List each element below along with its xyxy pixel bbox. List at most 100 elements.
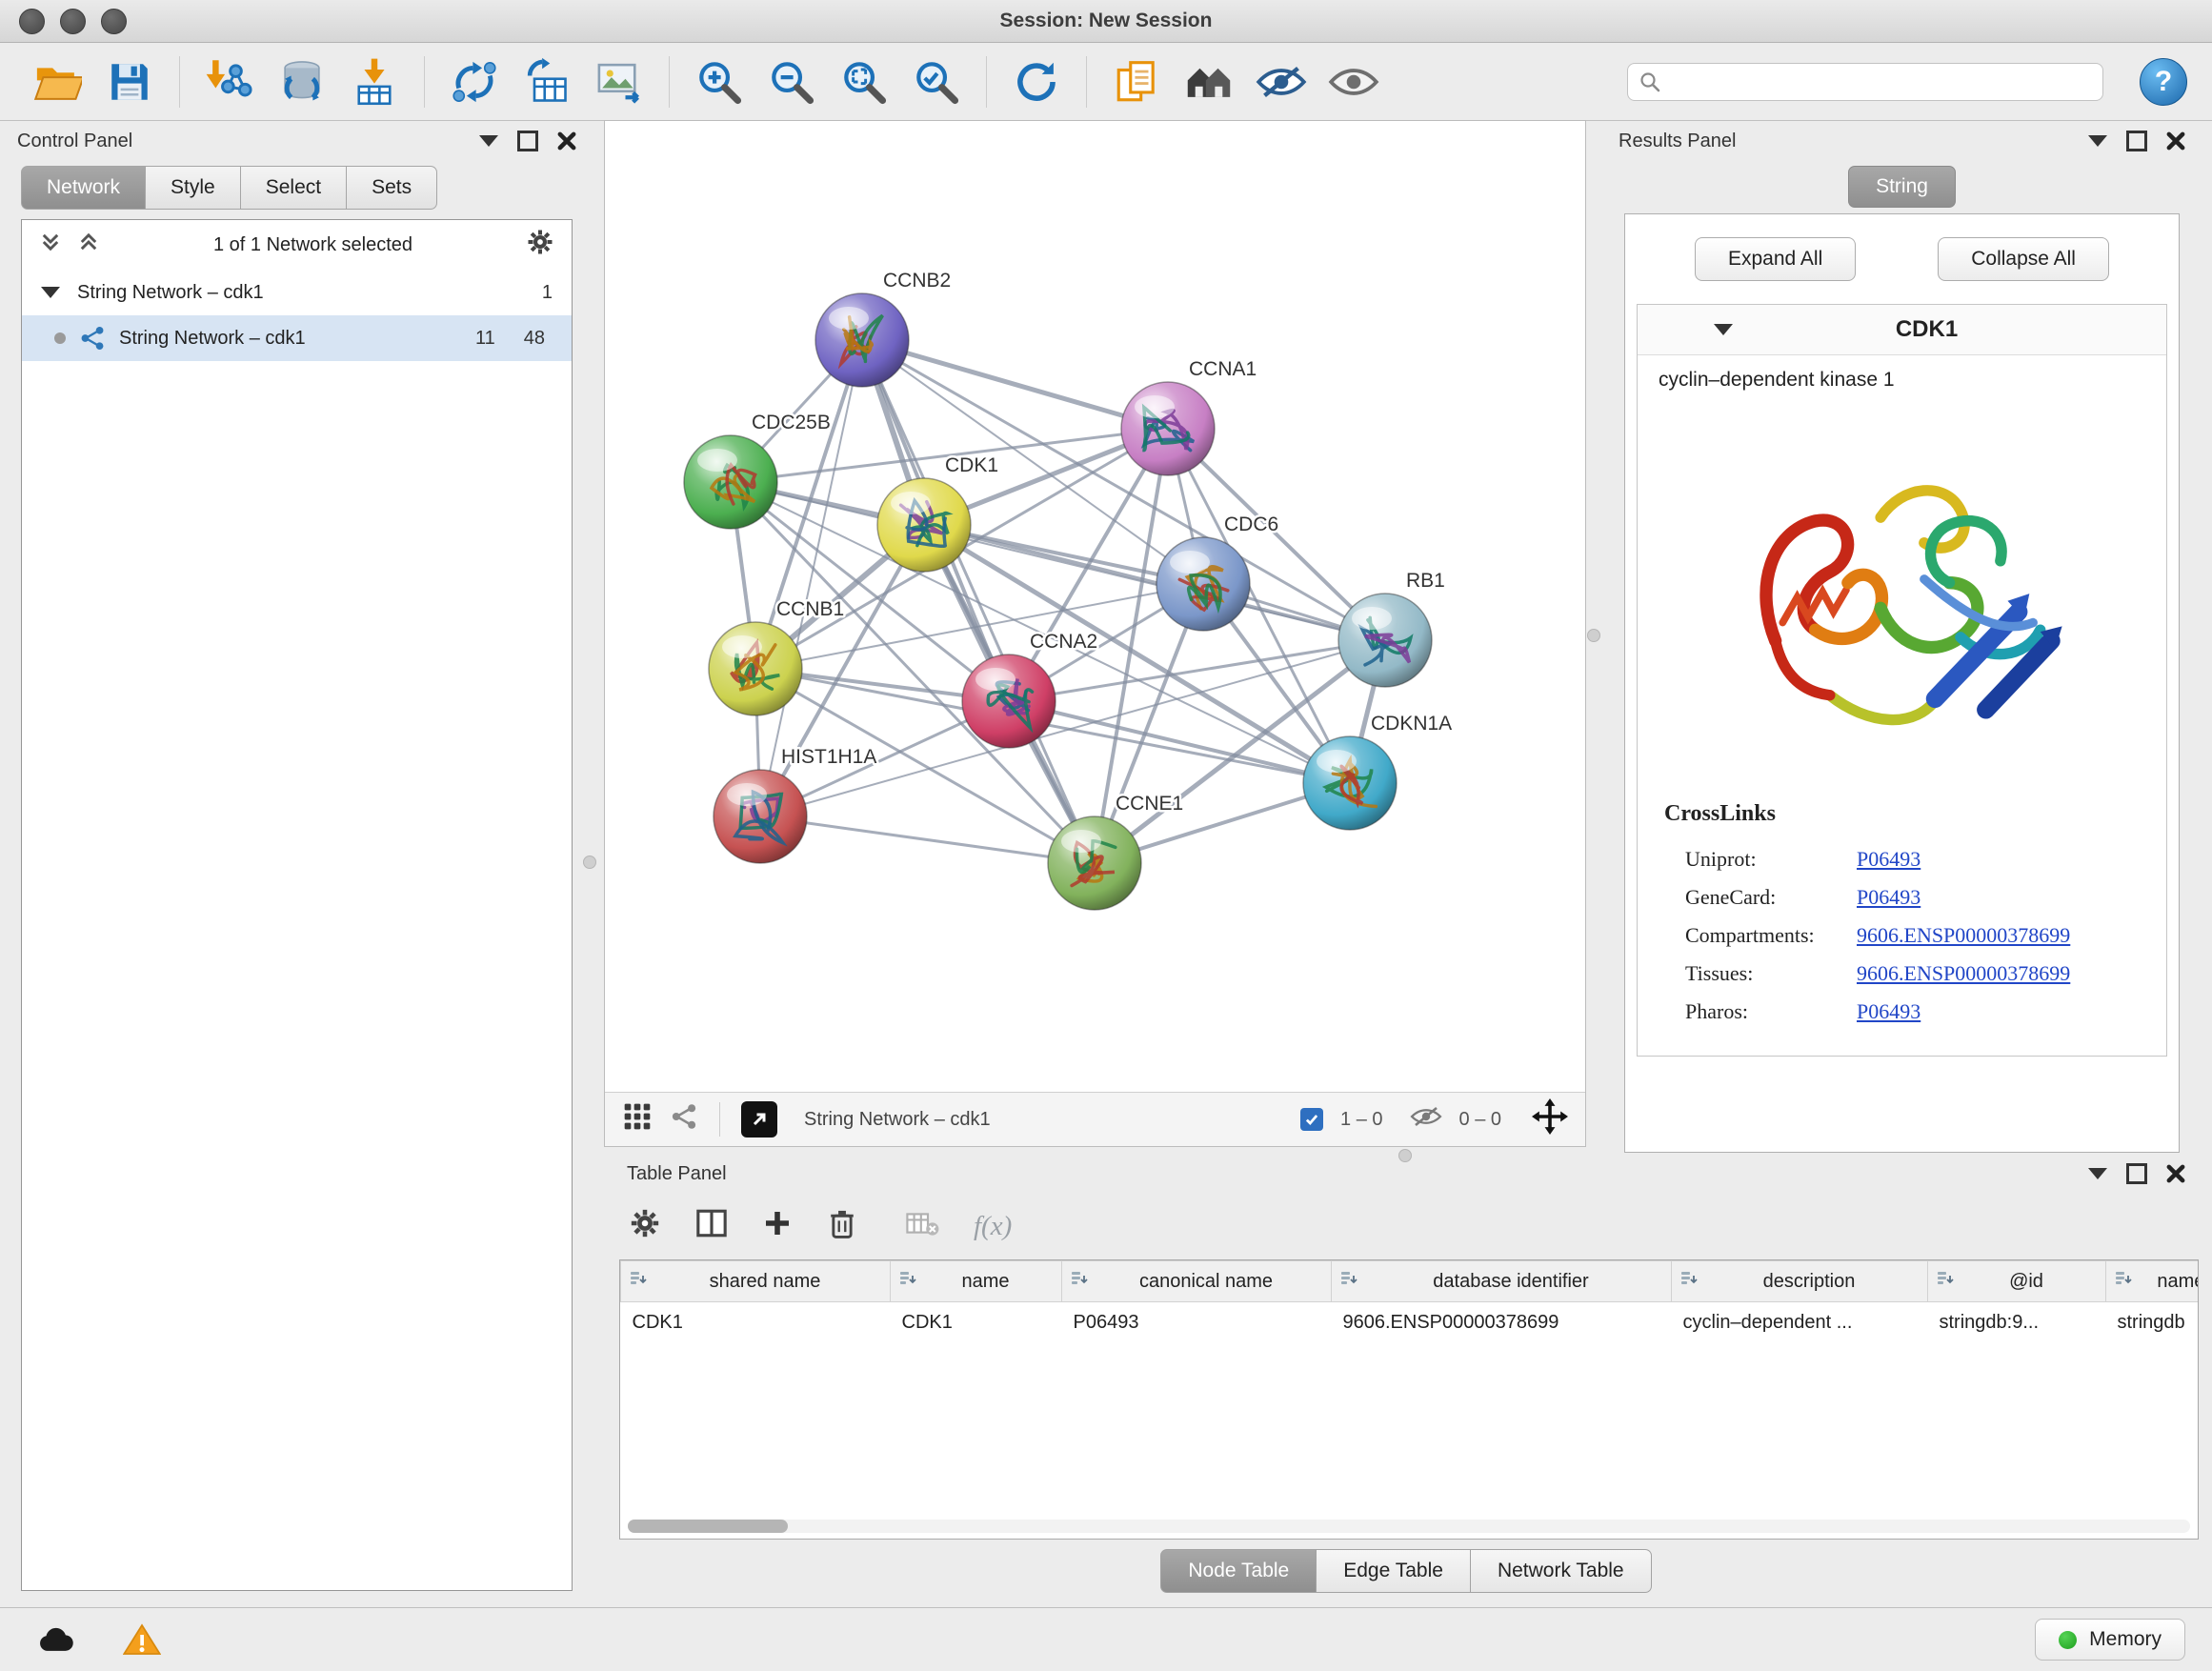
help-button[interactable]: ? [2140,58,2187,106]
tab-edge-table[interactable]: Edge Table [1317,1549,1471,1593]
zoom-fit-icon [839,57,889,107]
table-options-gear-icon[interactable] [629,1207,661,1245]
panel-close-icon[interactable] [2166,131,2185,151]
panel-menu-icon[interactable] [2088,1168,2107,1179]
expand-all-networks-icon[interactable] [39,231,62,259]
export-image-button[interactable] [587,50,652,113]
network-node[interactable]: CDC6 [1156,513,1278,631]
network-node[interactable]: HIST1H1A [714,746,876,863]
column-header[interactable]: canonical name [1062,1261,1332,1302]
network-node[interactable]: CCNA1 [1121,358,1257,475]
tab-node-table[interactable]: Node Table [1160,1549,1317,1593]
column-header[interactable]: @id [1928,1261,2106,1302]
close-window-button[interactable] [19,9,45,34]
collection-caret-icon[interactable] [41,287,60,298]
column-header[interactable]: shared name [621,1261,891,1302]
panel-menu-icon[interactable] [2088,135,2107,147]
column-header[interactable]: name [891,1261,1062,1302]
horizontal-scrollbar[interactable] [628,1520,2190,1533]
column-type-icon [1339,1269,1358,1294]
crosslink-link[interactable]: P06493 [1857,885,1920,909]
add-column-icon[interactable] [762,1208,793,1244]
minimize-window-button[interactable] [60,9,86,34]
column-header[interactable]: namespac [2106,1261,2200,1302]
network-node[interactable]: CCNB1 [709,598,844,715]
open-in-window-button[interactable] [741,1101,777,1137]
node-label: HIST1H1A [781,746,876,768]
zoom-out-button[interactable] [759,50,824,113]
network-node[interactable]: RB1 [1338,570,1445,687]
tab-select[interactable]: Select [241,166,347,210]
birdseye-view-icon[interactable] [622,1101,653,1137]
legend-home-button[interactable] [1176,50,1241,113]
network-node[interactable]: CDKN1A [1303,713,1452,830]
protein-section-header[interactable]: CDK1 [1638,305,2166,355]
network-canvas[interactable]: CCNB2CCNA1CDC25BCDK1CDC6RB1CCNB1CCNA2CDK… [605,121,1585,1093]
table-cell[interactable]: P06493 [1062,1302,1332,1344]
zoom-in-icon [694,57,744,107]
collapse-all-networks-icon[interactable] [77,231,100,259]
network-node[interactable]: CCNB2 [815,270,951,387]
table-row[interactable]: CDK1CDK1P064939606.ENSP00000378699cyclin… [621,1302,2200,1344]
column-header[interactable]: database identifier [1332,1261,1672,1302]
panel-close-icon[interactable] [557,131,576,151]
tab-network[interactable]: Network [21,166,146,210]
network-options-gear-icon[interactable] [526,228,554,262]
refresh-button[interactable] [1004,50,1069,113]
crosslink-label: Compartments: [1685,923,1857,948]
graph-style-icon[interactable] [670,1102,698,1137]
panel-float-icon[interactable] [2126,131,2147,151]
table-cell[interactable]: 9606.ENSP00000378699 [1332,1302,1672,1344]
import-network-file-button[interactable] [197,50,262,113]
import-network-database-button[interactable] [270,50,334,113]
network-node[interactable]: CDK1 [877,454,998,572]
selected-nodes-checkbox-icon[interactable] [1300,1108,1323,1131]
show-all-button[interactable] [1321,50,1386,113]
warnings-button[interactable] [112,1618,171,1661]
annotation-copy-button[interactable] [1104,50,1169,113]
network-collection-row[interactable]: String Network – cdk1 1 [22,270,572,315]
tab-sets[interactable]: Sets [347,166,437,210]
save-session-button[interactable] [97,50,162,113]
splitter-handle[interactable] [1398,1149,1412,1162]
panel-float-icon[interactable] [2126,1163,2147,1184]
open-session-button[interactable] [25,50,90,113]
zoom-window-button[interactable] [101,9,127,34]
section-caret-icon[interactable] [1714,324,1733,335]
zoom-fit-button[interactable] [832,50,896,113]
table-cell[interactable]: stringdb:9... [1928,1302,2106,1344]
table-cell[interactable]: cyclin–dependent ... [1672,1302,1928,1344]
tab-network-table[interactable]: Network Table [1471,1549,1652,1593]
table-cell[interactable]: CDK1 [621,1302,891,1344]
panel-float-icon[interactable] [517,131,538,151]
cloud-status-button[interactable] [27,1618,86,1661]
zoom-selected-button[interactable] [904,50,969,113]
search-input[interactable] [1627,63,2103,101]
table-cell[interactable]: stringdb [2106,1302,2200,1344]
splitter-handle[interactable] [1587,629,1600,642]
crosslink-link[interactable]: 9606.ENSP00000378699 [1857,961,2070,985]
tab-string[interactable]: String [1848,166,1956,208]
tab-style[interactable]: Style [146,166,241,210]
crosslink-link[interactable]: P06493 [1857,847,1920,871]
crosslink-link[interactable]: 9606.ENSP00000378699 [1857,923,2070,947]
new-table-button[interactable] [514,50,579,113]
pan-move-icon[interactable] [1532,1098,1568,1140]
panel-close-icon[interactable] [2166,1164,2185,1183]
hide-selected-button[interactable] [1249,50,1314,113]
new-network-button[interactable] [442,50,507,113]
show-columns-icon[interactable] [695,1207,728,1245]
crosslink-link[interactable]: P06493 [1857,999,1920,1023]
column-header[interactable]: description [1672,1261,1928,1302]
zoom-in-button[interactable] [687,50,752,113]
scrollbar-thumb[interactable] [628,1520,788,1533]
table-cell[interactable]: CDK1 [891,1302,1062,1344]
import-table-file-button[interactable] [342,50,407,113]
splitter-handle[interactable] [583,856,596,869]
network-row-selected[interactable]: String Network – cdk1 11 48 [22,315,572,361]
memory-button[interactable]: Memory [2035,1619,2185,1661]
panel-menu-icon[interactable] [479,135,498,147]
collapse-all-button[interactable]: Collapse All [1938,237,2109,281]
expand-all-button[interactable]: Expand All [1695,237,1856,281]
delete-column-icon[interactable] [827,1207,857,1245]
